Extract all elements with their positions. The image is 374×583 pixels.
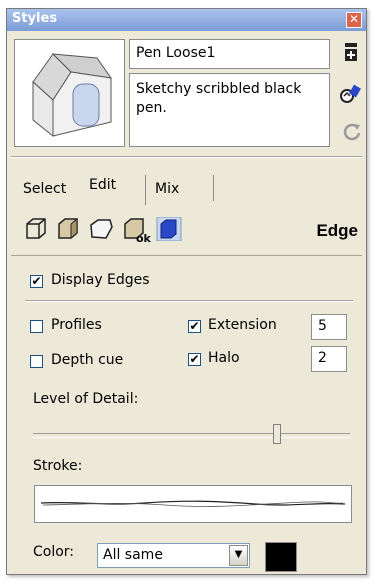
stroke-preview[interactable]	[34, 485, 352, 523]
svg-text:ok: ok	[136, 232, 152, 243]
color-mode-value: All same	[103, 547, 163, 563]
stroke-label: Stroke:	[33, 458, 83, 474]
create-style-icon[interactable]	[341, 41, 363, 63]
depth-cue-label: Depth cue	[51, 352, 124, 368]
style-description-field[interactable]: Sketchy scribbled black pen.	[129, 73, 330, 147]
profiles-label: Profiles	[51, 317, 102, 333]
tab-mix[interactable]: Mix	[155, 181, 179, 197]
watermark-settings-icon[interactable]: ok	[122, 217, 152, 243]
style-name-field[interactable]: Pen Loose1	[129, 39, 330, 69]
tab-divider	[213, 175, 214, 201]
house-preview-icon	[32, 53, 113, 138]
refresh-icon[interactable]	[341, 121, 363, 143]
display-edges-checkbox[interactable]: ✔	[30, 275, 43, 288]
color-mode-select[interactable]: All same ▼	[97, 543, 250, 568]
tab-select[interactable]: Select	[23, 181, 66, 197]
stroke-preview-line	[40, 500, 346, 507]
level-of-detail-label: Level of Detail:	[33, 391, 139, 407]
halo-input[interactable]: 2	[311, 346, 347, 372]
level-of-detail-slider-thumb[interactable]	[273, 424, 281, 444]
chevron-down-icon[interactable]: ▼	[229, 545, 248, 566]
edge-settings-panel	[11, 255, 362, 573]
close-button[interactable]: ✕	[346, 12, 362, 28]
extension-checkbox[interactable]: ✔	[188, 320, 201, 333]
depth-cue-checkbox[interactable]	[30, 355, 43, 368]
extension-label: Extension	[208, 317, 277, 333]
profiles-checkbox[interactable]	[30, 320, 43, 333]
halo-label: Halo	[208, 350, 240, 366]
color-swatch[interactable]	[265, 542, 297, 572]
color-label: Color:	[33, 544, 75, 560]
display-edges-label: Display Edges	[51, 272, 150, 288]
title-bar[interactable]: Styles ✕	[7, 9, 366, 31]
window-title: Styles	[12, 11, 58, 26]
face-settings-icon[interactable]	[56, 217, 80, 241]
extension-input[interactable]: 5	[311, 314, 347, 340]
modeling-settings-icon[interactable]	[156, 217, 182, 241]
section-title: Edge	[316, 221, 358, 240]
level-of-detail-slider[interactable]	[33, 433, 350, 438]
update-style-icon[interactable]	[339, 83, 361, 105]
style-thumbnail	[14, 39, 125, 147]
halo-checkbox[interactable]: ✔	[188, 353, 201, 366]
styles-window: Styles ✕ Pen Loose1 Sketchy scribbled bl…	[6, 8, 367, 575]
background-settings-icon[interactable]	[88, 217, 114, 241]
divider	[25, 300, 353, 302]
tab-divider	[145, 175, 146, 205]
tab-edit[interactable]: Edit	[89, 177, 116, 193]
edge-settings-icon[interactable]	[24, 217, 48, 241]
divider	[11, 156, 362, 158]
